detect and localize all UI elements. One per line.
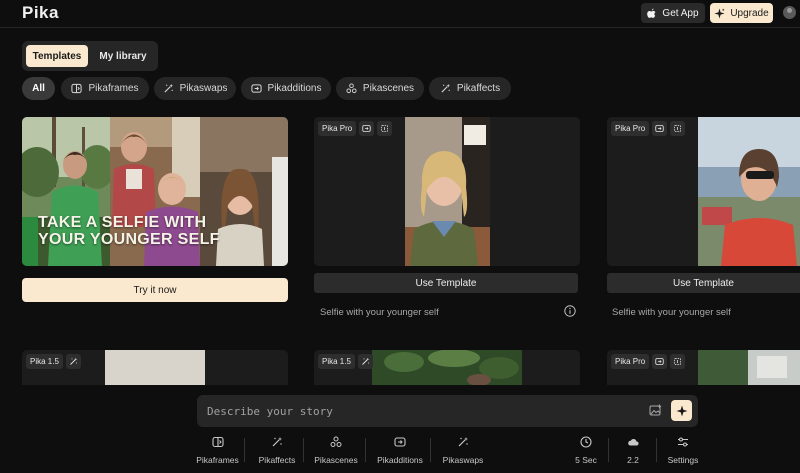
effects-wand-icon — [65, 354, 81, 369]
image-upload-icon[interactable] — [649, 404, 662, 417]
tool-pikaffects-label: Pikaffects — [258, 455, 296, 465]
sliders-icon — [677, 436, 689, 448]
filter-pikadditions[interactable]: Pikadditions — [241, 77, 331, 100]
duration-label: 5 Sec — [575, 455, 597, 465]
filter-pikascenes-label: Pikascenes — [362, 83, 415, 94]
additions-icon — [251, 83, 262, 94]
clock-icon — [580, 436, 592, 448]
toolbar-divider — [656, 438, 657, 462]
toolbar-divider — [430, 438, 431, 462]
generate-button[interactable] — [671, 400, 692, 421]
additions-icon — [652, 354, 668, 369]
story-prompt-input[interactable] — [207, 403, 627, 419]
filter-pikaffects[interactable]: Pikaffects — [429, 77, 511, 100]
model-badge: Pika 1.5 — [26, 354, 63, 369]
tool-pikadditions[interactable]: Pikadditions — [377, 436, 423, 465]
template-card-row2-1[interactable]: Pika 1.5 — [22, 350, 288, 385]
try-it-now-button[interactable]: Try it now — [22, 278, 288, 302]
filter-pikaswaps-label: Pikaswaps — [179, 83, 228, 94]
swap-wand-icon — [457, 436, 469, 448]
template-preview-image — [607, 117, 800, 266]
hero-template-card[interactable]: TAKE A SELFIE WITH YOUR YOUNGER SELF — [22, 117, 288, 266]
filter-pikaffects-label: Pikaffects — [456, 83, 501, 94]
tab-templates[interactable]: Templates — [26, 45, 88, 67]
pika-logo[interactable]: Pika — [22, 3, 59, 23]
effects-wand-icon — [440, 83, 451, 94]
get-app-label: Get App — [662, 7, 699, 19]
sparkle-icon — [714, 7, 725, 19]
toolbar-divider — [244, 438, 245, 462]
upgrade-button[interactable]: Upgrade — [710, 3, 773, 23]
get-app-button[interactable]: Get App — [641, 3, 705, 23]
view-tabs: Templates My library — [22, 41, 158, 71]
info-icon[interactable] — [564, 305, 576, 317]
tool-pikaframes-label: Pikaframes — [196, 455, 239, 465]
toolbar-divider — [608, 438, 609, 462]
filter-all[interactable]: All — [22, 77, 55, 100]
use-template-button-2[interactable]: Use Template — [607, 273, 800, 293]
prompt-bar — [197, 395, 698, 427]
crop-icon — [377, 121, 393, 136]
row2-card-1-badges: Pika 1.5 — [26, 354, 81, 369]
duration-setting[interactable]: 5 Sec — [573, 436, 599, 465]
filter-all-label: All — [32, 83, 45, 94]
tool-pikadditions-label: Pikadditions — [377, 455, 423, 465]
top-bar: Pika Get App Upgrade — [0, 0, 800, 28]
filter-pikaswaps[interactable]: Pikaswaps — [154, 77, 236, 100]
additions-icon — [652, 121, 668, 136]
tool-pikaswaps-label: Pikaswaps — [442, 455, 484, 465]
template-card-1[interactable]: Pika Pro — [314, 117, 580, 266]
model-version-setting[interactable]: 2.2 — [620, 436, 646, 465]
crop-icon — [670, 354, 686, 369]
settings-button[interactable]: Settings — [667, 436, 699, 465]
filter-pikascenes[interactable]: Pikascenes — [336, 77, 424, 100]
tool-pikaframes[interactable]: Pikaframes — [196, 436, 239, 465]
toolbar-divider — [365, 438, 366, 462]
tab-my-library[interactable]: My library — [92, 45, 154, 67]
tool-pikascenes[interactable]: Pikascenes — [314, 436, 358, 465]
tool-pikaffects[interactable]: Pikaffects — [257, 436, 297, 465]
template-preview-image — [314, 117, 580, 266]
frames-icon — [212, 436, 224, 448]
template-caption-2: Selfie with your younger self — [612, 307, 731, 318]
hero-headline-line2: YOUR YOUNGER SELF — [38, 231, 220, 248]
scenes-icon — [346, 83, 357, 94]
effects-wand-icon — [271, 436, 283, 448]
swap-wand-icon — [163, 83, 174, 94]
scenes-icon — [330, 436, 342, 448]
cloud-icon — [627, 436, 639, 448]
model-badge: Pika Pro — [318, 121, 357, 136]
template-card-row2-2[interactable]: Pika 1.5 — [314, 350, 580, 385]
template-card-1-badges: Pika Pro — [318, 121, 393, 136]
filter-pikaframes[interactable]: Pikaframes — [61, 77, 149, 100]
apple-icon — [647, 8, 656, 18]
model-badge: Pika Pro — [611, 121, 650, 136]
upgrade-label: Upgrade — [730, 7, 769, 19]
model-version-label: 2.2 — [627, 455, 639, 465]
template-card-row2-3[interactable]: Pika Pro — [607, 350, 800, 385]
row2-card-2-badges: Pika 1.5 — [318, 354, 373, 369]
template-caption-1: Selfie with your younger self — [320, 307, 439, 318]
hero-headline: TAKE A SELFIE WITH YOUR YOUNGER SELF — [38, 214, 220, 248]
row2-card-3-badges: Pika Pro — [611, 354, 686, 369]
settings-label: Settings — [667, 455, 699, 465]
model-badge: Pika 1.5 — [318, 354, 355, 369]
template-card-2-badges: Pika Pro — [611, 121, 686, 136]
toolbar-divider — [303, 438, 304, 462]
user-avatar[interactable] — [783, 6, 796, 19]
tool-pikaswaps[interactable]: Pikaswaps — [442, 436, 484, 465]
template-card-2[interactable]: Pika Pro — [607, 117, 800, 266]
sparkle-icon — [676, 405, 687, 416]
filter-pikadditions-label: Pikadditions — [267, 83, 322, 94]
model-badge: Pika Pro — [611, 354, 650, 369]
additions-icon — [394, 436, 406, 448]
effects-wand-icon — [357, 354, 373, 369]
hero-headline-line1: TAKE A SELFIE WITH — [38, 214, 207, 231]
crop-icon — [670, 121, 686, 136]
additions-icon — [359, 121, 375, 136]
tool-pikascenes-label: Pikascenes — [314, 455, 358, 465]
use-template-button-1[interactable]: Use Template — [314, 273, 578, 293]
frames-icon — [71, 83, 82, 94]
filter-pikaframes-label: Pikaframes — [88, 83, 139, 94]
